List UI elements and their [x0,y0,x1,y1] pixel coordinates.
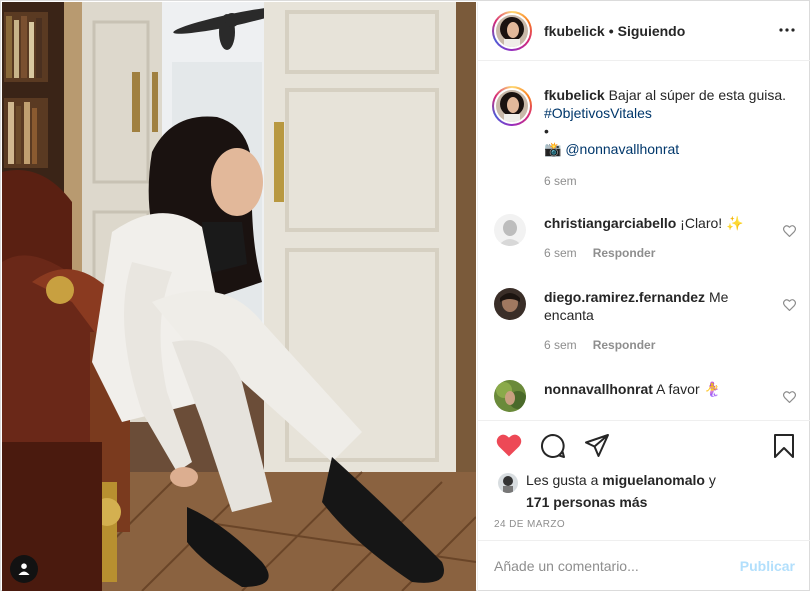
reply-button[interactable]: Responder [593,336,656,354]
story-ring[interactable] [492,11,532,51]
comment-time[interactable]: 6 sem [544,336,577,354]
user-tag-icon[interactable] [10,555,38,583]
comment-text: A favor 🧜‍♀️ [656,381,721,397]
comment-text: ¡Claro! ✨ [680,215,744,231]
add-comment-bar: Publicar [478,540,810,591]
caption-mention[interactable]: @nonnavallhonrat [565,141,679,157]
avatar[interactable] [494,288,526,320]
comment-item: diego.ramirez.fernandez Me encanta 6 sem… [492,288,797,354]
avatar [496,90,528,122]
post-side-panel: fkubelick • Siguiendo fkubelick Bajar al… [477,2,810,591]
likes-others[interactable]: 171 personas más [526,494,647,510]
avatar [496,15,528,47]
post-header: fkubelick • Siguiendo [478,2,810,61]
more-horizontal-icon[interactable] [777,20,797,40]
comment-username[interactable]: nonnavallhonrat [544,381,653,397]
share-icon[interactable] [584,433,610,459]
comment-item: christiangarciabello ¡Claro! ✨ 6 sem Res… [492,214,797,262]
likes-conj: y [708,472,716,488]
camera-emoji: 📸 [544,141,562,157]
caption-time[interactable]: 6 sem [544,172,577,190]
comment-username[interactable]: diego.ramirez.fernandez [544,289,705,305]
avatar[interactable] [494,380,526,412]
avatar[interactable] [494,214,526,246]
comment-item: nonnavallhonrat A favor 🧜‍♀️ [492,380,797,412]
post-date[interactable]: 24 DE MARZO [494,519,565,530]
comment-like-heart-icon[interactable] [782,224,797,238]
publish-button[interactable]: Publicar [740,558,795,574]
photo-illustration [2,2,476,591]
likes-user[interactable]: miguelanomalo [602,472,705,488]
comment-time[interactable]: 6 sem [544,244,577,262]
comments-list[interactable]: fkubelick Bajar al súper de esta guisa. … [478,62,810,420]
liked-heart-icon[interactable] [496,433,522,459]
comment-input[interactable] [494,558,740,574]
likes-summary[interactable]: Les gusta a miguelanomalo y 171 personas… [498,469,798,513]
reply-button[interactable]: Responder [593,244,656,262]
separator-dot: • [608,23,614,39]
comment-username[interactable]: christiangarciabello [544,215,676,231]
caption-bullet: • [544,123,549,139]
post-dialog: fkubelick • Siguiendo fkubelick Bajar al… [0,0,810,591]
caption-text: Bajar al súper de esta guisa. [608,87,787,103]
likes-prefix: Les gusta a [526,472,599,488]
post-actions: Les gusta a miguelanomalo y 171 personas… [478,420,810,540]
comment-icon[interactable] [540,433,566,459]
comment-like-heart-icon[interactable] [782,390,797,404]
caption-username[interactable]: fkubelick [544,87,605,103]
post-photo[interactable] [2,2,476,591]
bookmark-icon[interactable] [772,433,798,459]
caption-hashtag[interactable]: #ObjetivosVitales [544,105,652,121]
comment-like-heart-icon[interactable] [782,298,797,312]
following-button[interactable]: Siguiendo [618,23,686,39]
caption-story-ring[interactable] [492,86,532,126]
avatar [498,473,518,493]
post-caption: fkubelick Bajar al súper de esta guisa. … [492,86,797,190]
post-author-username[interactable]: fkubelick [544,23,605,39]
